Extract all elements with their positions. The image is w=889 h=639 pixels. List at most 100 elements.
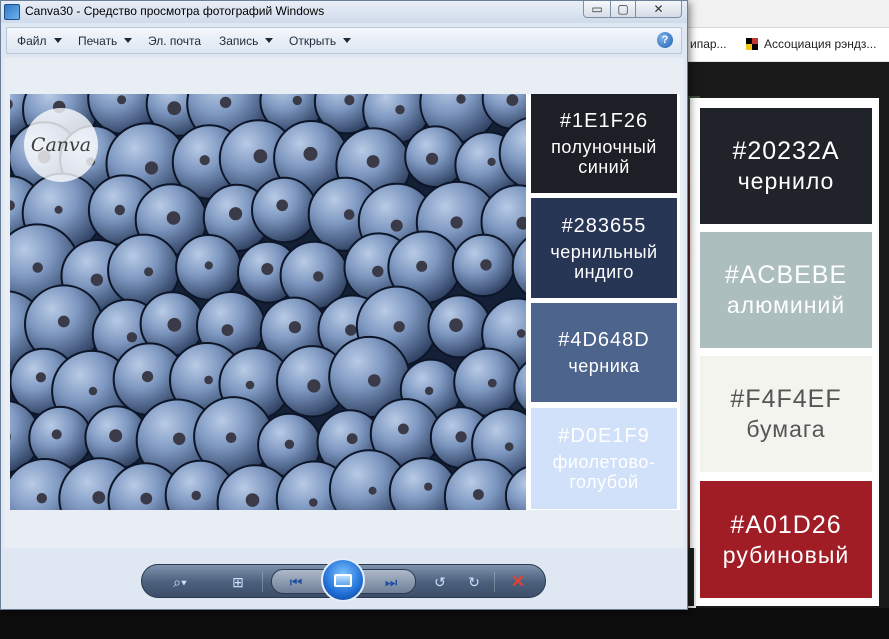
delete-icon[interactable]: ✕	[506, 571, 530, 593]
blueberry-crown	[504, 442, 514, 452]
swatch-name-line: голубой	[569, 472, 639, 492]
bg-swatch-hex: #20232A	[732, 137, 840, 165]
blueberry-crown	[416, 260, 428, 272]
blueberry	[453, 347, 523, 417]
blueberry-crown	[114, 204, 126, 216]
blueberry-crown	[346, 433, 358, 445]
blueberry-crown	[424, 386, 434, 396]
blueberry-crown	[284, 439, 295, 449]
swatch-name-line: полуночный	[551, 137, 657, 157]
bookmark-item[interactable]: ипар...	[690, 37, 727, 51]
actual-size-icon[interactable]: ⊞	[226, 571, 250, 593]
image-viewport[interactable]: Canva #1E1F26 полуночный синий #283655 ч…	[4, 58, 684, 548]
blueberry-crown	[309, 498, 318, 507]
blueberry-crown	[167, 101, 182, 116]
blueberry-crown	[144, 267, 154, 277]
swatch-hex: #283655	[561, 214, 647, 237]
blueberry-crown	[368, 486, 377, 495]
blueberry-crown	[225, 432, 237, 444]
blueberry-crown	[245, 493, 260, 507]
blueberry-crown	[390, 219, 403, 232]
blueberry-crown	[191, 490, 201, 501]
blueberry-crown	[292, 95, 302, 106]
close-icon: ✕	[653, 2, 664, 16]
bookmark-label: Ассоциация рэндз...	[764, 37, 877, 51]
blueberry-crown	[345, 324, 357, 336]
chevron-down-icon	[265, 38, 274, 43]
blueberry-crown	[473, 489, 484, 500]
blueberry-crown	[144, 161, 159, 175]
blueberry-crown	[173, 432, 186, 445]
swatch-name-line: индиго	[574, 261, 634, 282]
bg-swatch-name: алюминий	[726, 292, 846, 318]
previous-icon[interactable]: ⏮	[284, 571, 308, 593]
palette-swatch: #D0E1F9 фиолетово- голубой	[531, 408, 677, 509]
blueberry-crown	[90, 273, 104, 286]
blueberries-photo: Canva	[10, 94, 526, 510]
next-icon[interactable]: ⏭	[379, 571, 403, 593]
bg-swatch: #20232A чернило	[700, 108, 872, 224]
viewer-toolbar: ⌕▾ ⊞ ⏮ ⏭ ↺ ↻ ✕	[141, 558, 546, 602]
close-button[interactable]: ✕	[635, 1, 682, 18]
blueberry-crown	[245, 380, 255, 390]
blueberry-crown	[166, 211, 181, 225]
blueberry-crown	[54, 205, 63, 214]
menu-print[interactable]: Печать	[78, 34, 133, 48]
maximize-button[interactable]: ▢	[610, 1, 636, 18]
bg-swatch-hex: #A01D26	[730, 510, 842, 539]
blueberry-crown	[92, 491, 106, 504]
chevron-down-icon	[343, 38, 352, 43]
minimize-button[interactable]: ▭	[583, 1, 611, 18]
blueberry-crown	[426, 152, 439, 165]
blueberry-crown	[36, 493, 47, 504]
bg-swatch-name: бумага	[746, 416, 826, 442]
menu-email[interactable]: Эл. почта	[148, 34, 201, 48]
chevron-down-icon	[53, 38, 62, 43]
desktop: ипар... Ассоциация рэндз... #20232A черн…	[0, 0, 889, 639]
logo-text: Canva	[30, 134, 92, 156]
swatch-hex: #D0E1F9	[558, 425, 650, 447]
slideshow-icon	[334, 573, 352, 587]
blueberry-crown	[253, 149, 268, 164]
menu-burn[interactable]: Запись	[219, 34, 274, 48]
blueberry-crown	[398, 423, 409, 435]
blueberry-crown	[303, 146, 318, 161]
menu-open[interactable]: Открыть	[289, 34, 352, 48]
menu-label: Открыть	[289, 34, 337, 48]
background-palette-card: #20232A чернило #ACBEBE алюминий #F4F4EF…	[690, 98, 879, 606]
swatch-name-line: чернильный	[550, 241, 658, 262]
minimize-icon: ▭	[591, 2, 603, 16]
palette-swatch: #283655 чернильный индиго	[531, 198, 677, 298]
background-browser-tabbar	[688, 0, 889, 28]
blueberry-crown	[372, 265, 384, 278]
blueberry-crown	[368, 374, 381, 387]
blueberry-crown	[313, 271, 324, 282]
blueberry-crown	[126, 332, 138, 343]
toolbar-divider	[262, 572, 263, 592]
blueberry-crown	[366, 155, 380, 168]
menu-label: Эл. почта	[148, 34, 202, 48]
help-icon[interactable]: ?	[657, 32, 673, 48]
background-bookmarks-bar: ипар... Ассоциация рэндз...	[688, 28, 889, 62]
blueberry-crown	[276, 199, 289, 212]
menu-file[interactable]: Файл	[17, 34, 62, 48]
displayed-image: Canva #1E1F26 полуночный синий #283655 ч…	[10, 94, 680, 510]
rotate-right-icon[interactable]: ↻	[462, 571, 486, 593]
toolbar-divider	[494, 572, 495, 592]
swatch-name-line: синий	[578, 157, 630, 177]
magnifier-icon[interactable]: ⌕▾	[168, 571, 192, 593]
blueberry-crown	[199, 155, 210, 166]
blueberry-crown	[288, 321, 301, 334]
bookmark-item[interactable]: Ассоциация рэндз...	[746, 37, 876, 51]
blueberry-crown	[204, 261, 213, 270]
maximize-icon: ▢	[617, 2, 629, 16]
blueberry-crown	[344, 95, 355, 106]
bg-swatch: #A01D26 рубиновый	[700, 481, 872, 598]
blueberry-crown	[449, 318, 463, 332]
blueberry-crown	[57, 315, 70, 328]
slideshow-button[interactable]	[321, 558, 365, 602]
menu-bar: Файл Печать Эл. почта Запись Открыть ?	[6, 27, 682, 54]
rotate-left-icon[interactable]: ↺	[428, 571, 452, 593]
blueberry-crown	[219, 96, 232, 109]
bg-swatch: #F4F4EF бумага	[700, 356, 872, 472]
